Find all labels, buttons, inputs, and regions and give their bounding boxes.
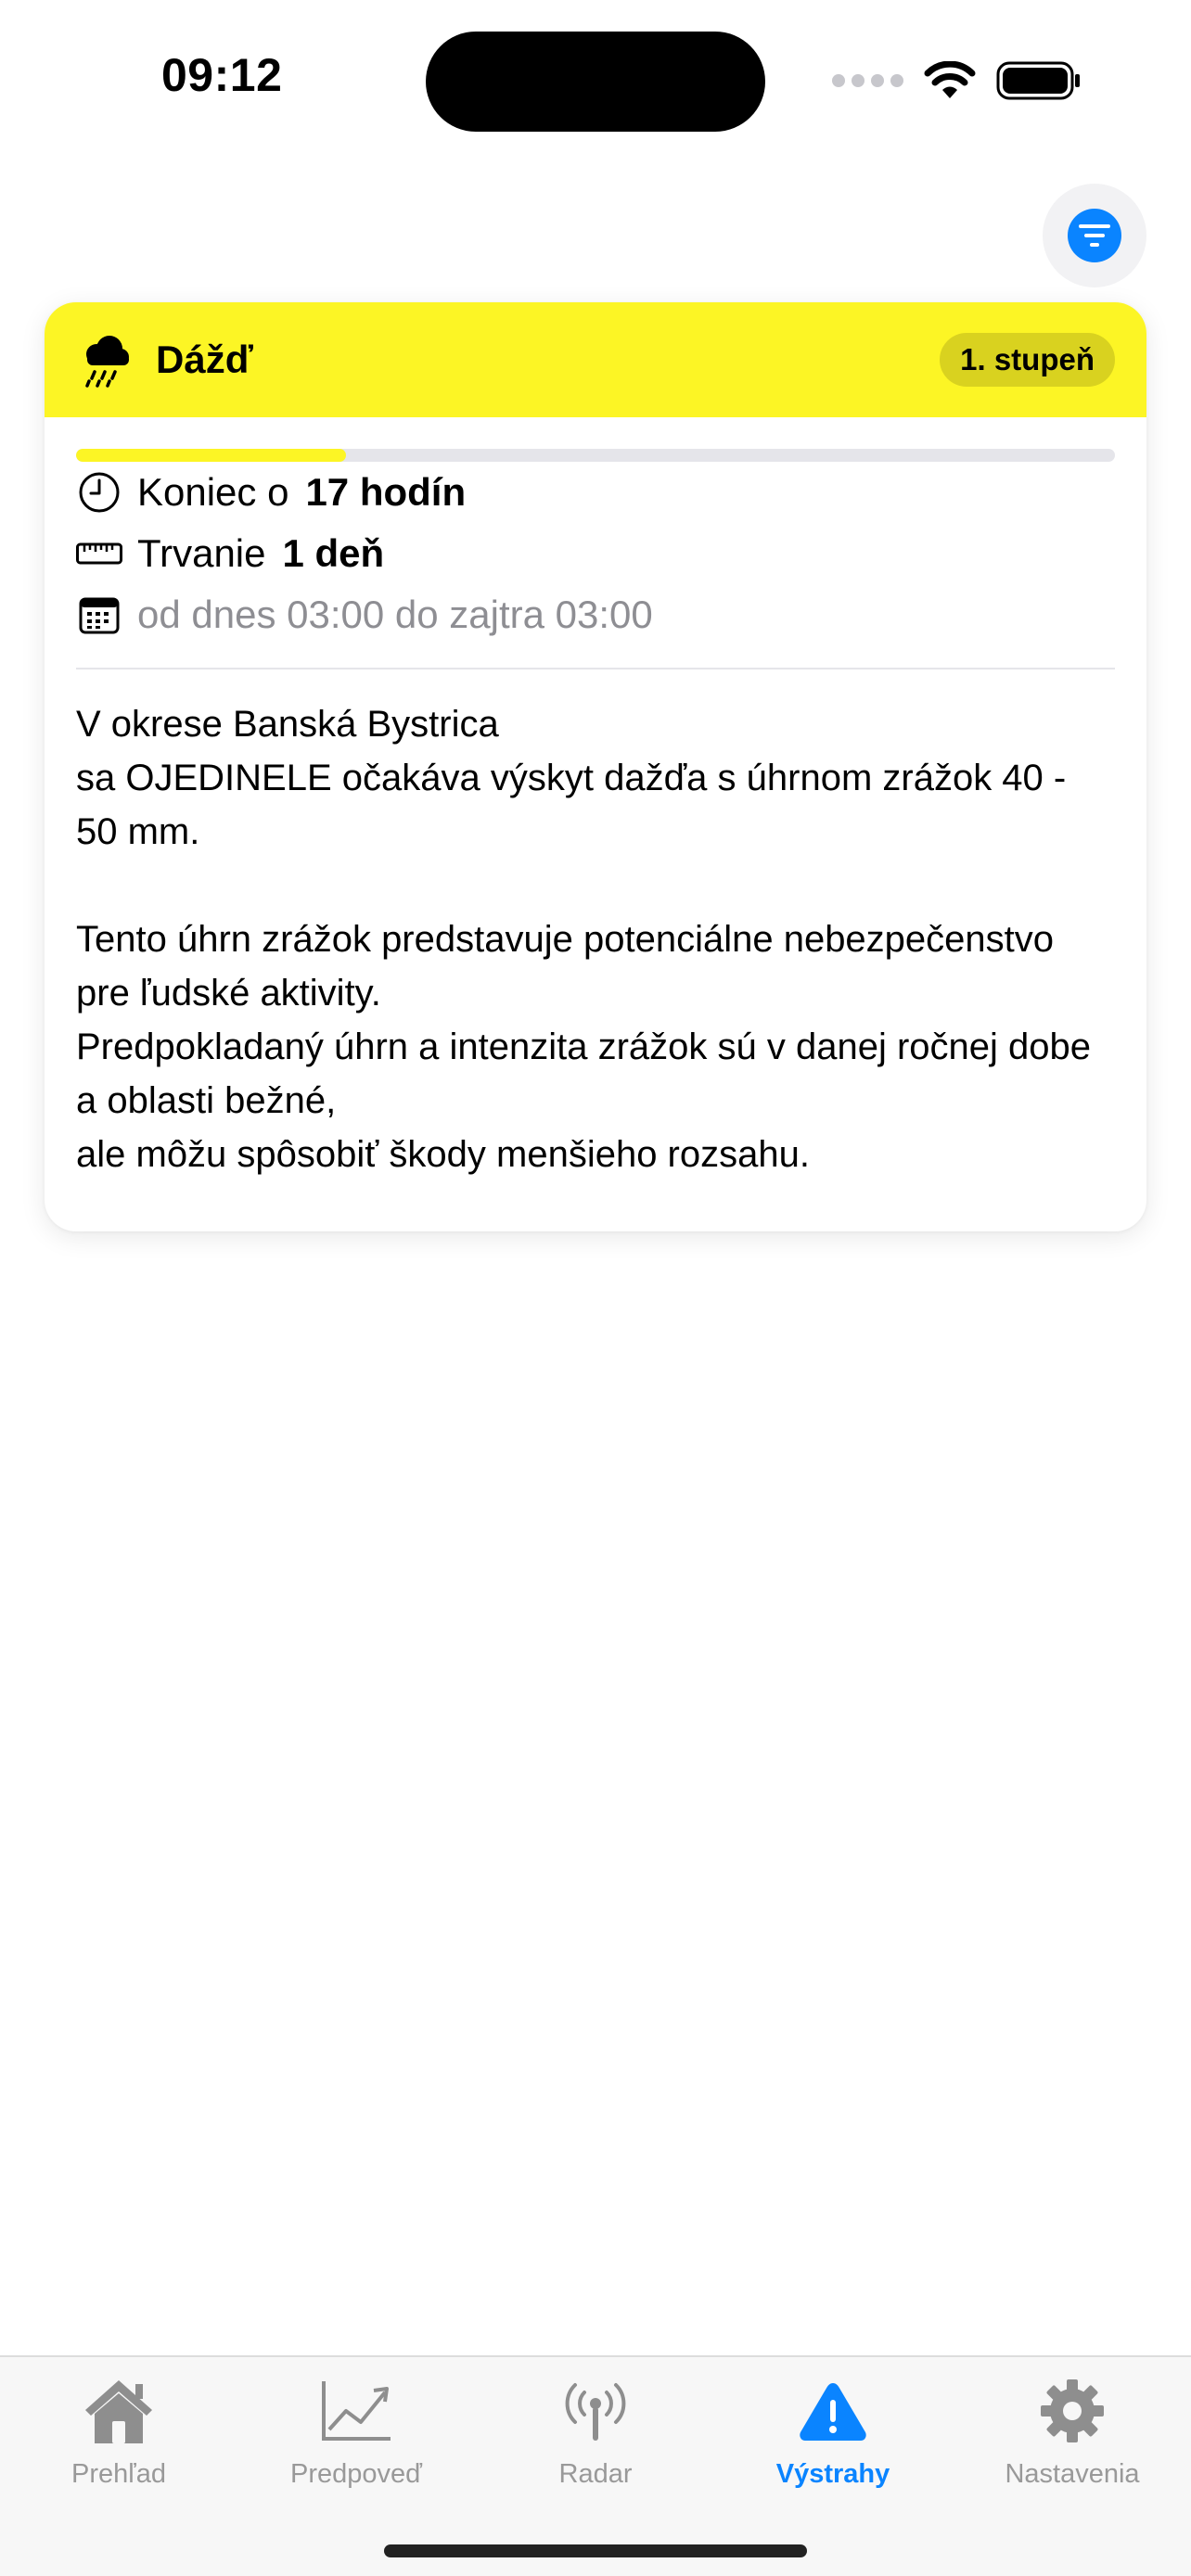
tab-nastavenia[interactable]: Nastavenia [954,2372,1191,2502]
period-row: od dnes 03:00 do zajtra 03:00 [76,584,1115,645]
warning-triangle-icon [794,2372,872,2450]
battery-icon [996,61,1080,100]
status-indicators [832,57,1082,104]
warning-header: Dážď 1. stupeň [45,302,1146,417]
warning-progress-fill [76,449,347,462]
tab-label: Prehľad [71,2459,166,2489]
end-value: 17 hodín [305,470,467,514]
tab-bar: Prehľad Predpoveď Radar Výstrahy Nastave… [0,2355,1191,2576]
calendar-icon [76,592,122,638]
duration-label: Trvanie [137,531,266,575]
filter-button[interactable] [1043,184,1146,287]
warning-level-badge: 1. stupeň [940,333,1115,387]
duration-value: 1 deň [282,531,385,575]
divider [76,668,1115,670]
end-label: Koniec o [137,470,289,514]
warning-progress [76,449,1115,462]
tab-label: Predpoveď [290,2459,422,2489]
chart-icon [317,2372,395,2450]
tab-predpoved[interactable]: Predpoveď [237,2372,475,2502]
home-indicator [384,2544,807,2557]
antenna-icon [557,2372,634,2450]
tab-label: Nastavenia [1005,2459,1140,2489]
cellular-signal-icon [832,74,903,87]
wifi-icon [924,61,976,98]
cloud-rain-icon [85,336,129,388]
gear-icon [1033,2372,1111,2450]
house-icon [80,2372,158,2450]
tab-radar[interactable]: Radar [477,2372,714,2502]
dynamic-island [426,32,765,132]
screen: 09:12 Dážď 1. stupeň Koniec o 17 hodín T… [0,0,1191,2576]
duration-row: Trvanie 1 deň [76,523,1115,584]
tab-vystrahy[interactable]: Výstrahy [714,2372,952,2502]
warning-description: V okrese Banská Bystrica sa OJEDINELE oč… [76,704,1092,1175]
tab-prehlad[interactable]: Prehľad [0,2372,237,2502]
ruler-icon [76,530,122,577]
period-text: od dnes 03:00 do zajtra 03:00 [137,593,653,636]
end-row: Koniec o 17 hodín [76,462,1115,523]
tab-label: Výstrahy [775,2459,890,2489]
warning-title: Dážď [156,338,253,381]
clock-icon [76,469,122,516]
filter-icon [1068,209,1121,262]
status-time: 09:12 [161,49,283,101]
tab-label: Radar [558,2459,633,2489]
warning-card[interactable]: Dážď 1. stupeň Koniec o 17 hodín Trvanie… [45,302,1146,1231]
